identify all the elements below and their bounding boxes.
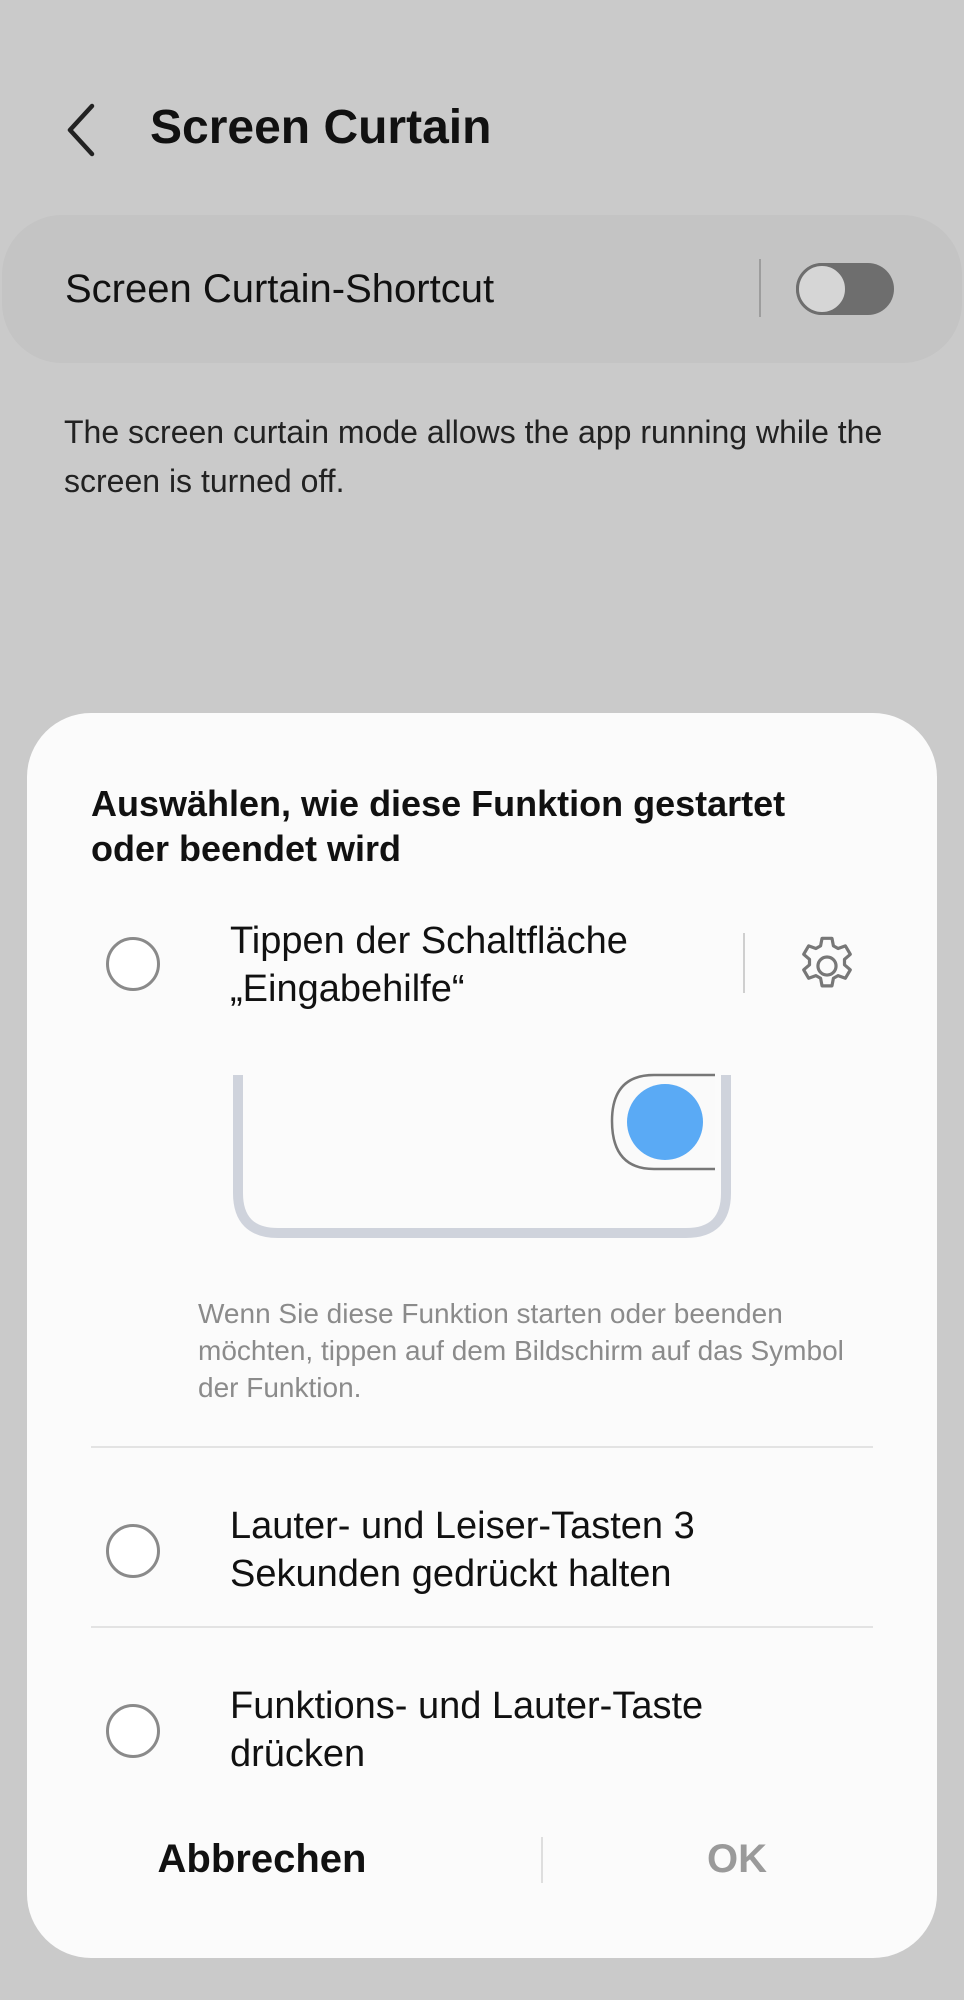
description-text: The screen curtain mode allows the app r… [64, 414, 883, 499]
vertical-divider [759, 259, 761, 317]
option-volume-keys[interactable]: Lauter- und Leiser-Tasten 3 Sekunden ged… [27, 1488, 937, 1608]
gear-icon [802, 936, 852, 988]
toggle-knob [796, 263, 848, 315]
settings-button[interactable] [792, 931, 862, 1001]
vertical-divider [541, 1837, 543, 1883]
shortcut-card[interactable]: Screen Curtain-Shortcut [2, 215, 962, 363]
radio-button[interactable] [106, 1524, 160, 1578]
radio-button[interactable] [106, 1704, 160, 1758]
cancel-button[interactable]: Abbrechen [117, 1837, 407, 1901]
option-side-and-volume-up-keys[interactable]: Funktions- und Lauter-Taste drücken [27, 1668, 937, 1788]
page-title: Screen Curtain [150, 101, 492, 154]
dialog-title: Auswählen, wie diese Funktion gestartet … [91, 783, 786, 869]
accessibility-button-illustration [232, 1065, 732, 1241]
dialog-button-row: Abbrechen OK [27, 1823, 937, 1913]
screen: Screen Curtain Screen Curtain-Shortcut T… [0, 0, 964, 2000]
option-accessibility-button[interactable]: Tippen der Schaltfläche „Eingabehilfe“ [27, 913, 937, 1033]
chevron-left-icon [67, 103, 95, 157]
vertical-divider [743, 933, 745, 993]
shortcut-label: Screen Curtain-Shortcut [65, 267, 495, 311]
option-divider [91, 1446, 873, 1448]
option-label: Lauter- und Leiser-Tasten 3 Sekunden ged… [230, 1505, 695, 1595]
back-button[interactable] [60, 100, 108, 160]
shortcut-toggle[interactable] [796, 263, 894, 315]
option-label: Tippen der Schaltfläche „Eingabehilfe“ [230, 920, 628, 1010]
radio-button[interactable] [106, 937, 160, 991]
option-hint-text: Wenn Sie diese Funktion starten oder bee… [198, 1298, 844, 1403]
option-divider [91, 1626, 873, 1628]
ok-button[interactable]: OK [627, 1837, 847, 1901]
option-label: Funktions- und Lauter-Taste drücken [230, 1685, 704, 1775]
shortcut-dialog: Auswählen, wie diese Funktion gestartet … [27, 713, 937, 1958]
